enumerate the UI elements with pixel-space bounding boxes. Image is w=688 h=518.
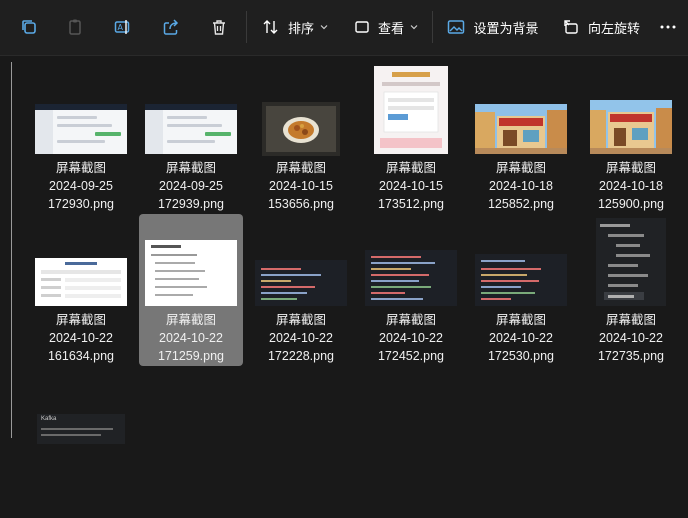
file-name: 屏幕截图 2024-10-22 172452.png [377, 313, 445, 363]
thumbnail [35, 104, 127, 154]
file-name: 屏幕截图 2024-10-22 171259.png [157, 313, 225, 363]
share-button[interactable] [156, 12, 186, 42]
file-item[interactable]: 屏幕截图 2024-10-15 173512.png [359, 62, 463, 214]
file-name: 屏幕截图 2024-10-22 172530.png [487, 313, 555, 363]
set-as-background-button[interactable]: 设置为背景 [446, 12, 540, 42]
paste-icon [66, 18, 84, 36]
file-item[interactable]: 屏幕截图 2024-09-25 172930.png [29, 62, 133, 214]
file-item-selected[interactable]: 屏幕截图 2024-10-22 171259.png [139, 214, 243, 366]
set-background-label: 设置为背景 [473, 20, 539, 36]
file-name: 屏幕截图 2024-10-22 172735.png [597, 313, 665, 363]
thumbnail [145, 104, 237, 154]
rename-icon: A [114, 18, 132, 36]
sort-button[interactable]: 排序 [260, 12, 330, 42]
rotate-left-button[interactable]: 向左旋转 [562, 12, 640, 42]
file-name: 屏幕截图 2024-10-18 125900.png [597, 161, 665, 211]
file-name: 屏幕截图 2024-10-18 125852.png [487, 161, 555, 211]
rename-button[interactable]: A [108, 12, 138, 42]
trash-icon [210, 18, 228, 36]
file-name: 屏幕截图 2024-10-15 153656.png [267, 161, 335, 211]
thumbnail: Kafka [37, 414, 125, 444]
thumbnail [596, 218, 666, 306]
file-item[interactable]: 屏幕截图 2024-10-18 125852.png [469, 62, 573, 214]
file-name: 屏幕截图 2024-10-22 161634.png [47, 313, 115, 363]
thumbnail [475, 104, 567, 154]
scrollbar[interactable] [11, 62, 12, 438]
file-item[interactable]: Kafka [29, 366, 133, 518]
file-name: 屏幕截图 2024-10-15 173512.png [377, 161, 445, 211]
file-name: 屏幕截图 2024-09-25 172939.png [157, 161, 225, 211]
toolbar-divider [246, 11, 247, 43]
thumbnail [145, 240, 237, 306]
chevron-down-icon [410, 23, 418, 31]
chevron-down-icon [320, 23, 328, 31]
share-icon [162, 18, 180, 36]
view-button[interactable]: 查看 [352, 12, 420, 42]
toolbar-divider [432, 11, 433, 43]
file-name: 屏幕截图 2024-09-25 172930.png [47, 161, 115, 211]
file-item[interactable]: 屏幕截图 2024-10-22 172228.png [249, 214, 353, 366]
svg-text:A: A [118, 23, 124, 32]
thumbnail [374, 66, 448, 154]
file-item[interactable]: 屏幕截图 2024-10-18 125900.png [579, 62, 683, 214]
command-bar: A 排序 查看 设置为背景 向左旋转 [0, 0, 688, 56]
copy-button[interactable] [14, 12, 44, 42]
view-label: 查看 [377, 20, 404, 36]
file-item[interactable]: 屏幕截图 2024-10-22 161634.png [29, 214, 133, 366]
more-icon [660, 25, 676, 29]
file-item[interactable]: 屏幕截图 2024-10-22 172530.png [469, 214, 573, 366]
thumbnail [590, 100, 672, 154]
image-icon [447, 19, 465, 35]
file-item[interactable]: 屏幕截图 2024-10-22 172735.png [579, 214, 683, 366]
rotate-left-label: 向左旋转 [588, 20, 641, 36]
thumbnail [475, 254, 567, 306]
file-item[interactable]: 屏幕截图 2024-10-22 172452.png [359, 214, 463, 366]
file-item[interactable]: 屏幕截图 2024-10-15 153656.png [249, 62, 353, 214]
view-icon [354, 19, 370, 35]
paste-button[interactable] [60, 12, 90, 42]
thumbnail [262, 102, 340, 156]
sort-icon [262, 18, 280, 36]
file-name: 屏幕截图 2024-10-22 172228.png [267, 313, 335, 363]
rotate-left-icon [562, 18, 580, 36]
sort-label: 排序 [287, 20, 314, 36]
copy-icon [20, 18, 38, 36]
thumbnail [255, 260, 347, 306]
file-item[interactable]: 屏幕截图 2024-09-25 172939.png [139, 62, 243, 214]
thumbnail [365, 250, 457, 306]
thumbnail-title: Kafka [41, 416, 57, 422]
delete-button[interactable] [204, 12, 234, 42]
more-options-button[interactable] [656, 12, 680, 42]
thumbnail [35, 258, 127, 306]
